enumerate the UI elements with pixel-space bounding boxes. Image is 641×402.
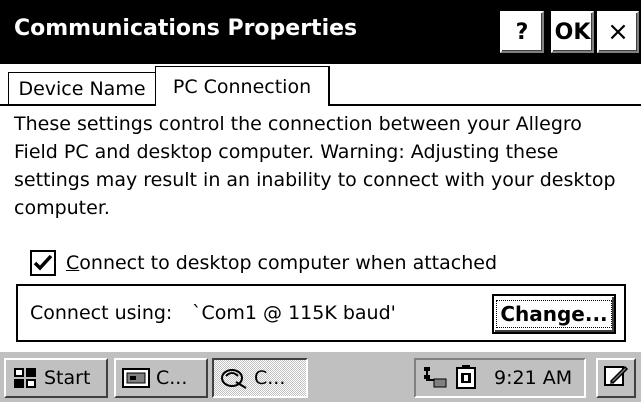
connect-using-label: Connect using: <box>30 302 173 324</box>
connect-when-attached-label[interactable]: Connect to desktop computer when attache… <box>66 252 497 274</box>
clock[interactable]: 9:21 AM <box>494 367 572 389</box>
start-label: Start <box>44 367 91 389</box>
tab-device-name[interactable]: Device Name <box>8 72 156 104</box>
task-communications[interactable]: C... <box>212 358 308 398</box>
close-button[interactable]: × <box>597 11 639 53</box>
connect-when-attached-row[interactable]: Connect to desktop computer when attache… <box>30 248 497 278</box>
change-button[interactable]: Change... <box>492 294 616 334</box>
connection-icon[interactable] <box>422 365 448 391</box>
connection-group: Connect using: `Com1 @ 115K baud' Change… <box>16 284 626 342</box>
title-bar: Communications Properties ? OK × <box>0 0 641 64</box>
control-panel-icon <box>122 367 150 389</box>
checkmark-icon <box>33 254 53 271</box>
start-button[interactable]: Start <box>4 358 108 398</box>
taskbar: Start C... C... 9:21 AM <box>0 350 641 402</box>
window-title: Communications Properties <box>14 16 358 41</box>
windows-flag-icon <box>12 366 38 390</box>
description-text: These settings control the connection be… <box>14 113 616 219</box>
tab-pc-connection[interactable]: PC Connection <box>155 66 330 108</box>
help-button[interactable]: ? <box>500 11 544 53</box>
pen-icon <box>603 363 629 393</box>
system-tray: 9:21 AM <box>414 358 586 398</box>
battery-icon[interactable] <box>454 365 478 391</box>
change-button-label: Change... <box>496 300 612 328</box>
connect-using-value: `Com1 @ 115K baud' <box>192 302 396 324</box>
connect-when-attached-checkbox[interactable] <box>30 250 56 276</box>
task2-label: C... <box>254 367 286 389</box>
ok-button[interactable]: OK <box>551 11 594 53</box>
pen-button[interactable] <box>596 358 636 398</box>
task1-label: C... <box>156 367 188 389</box>
task-control-panel[interactable]: C... <box>114 358 208 398</box>
communications-icon <box>220 366 248 390</box>
